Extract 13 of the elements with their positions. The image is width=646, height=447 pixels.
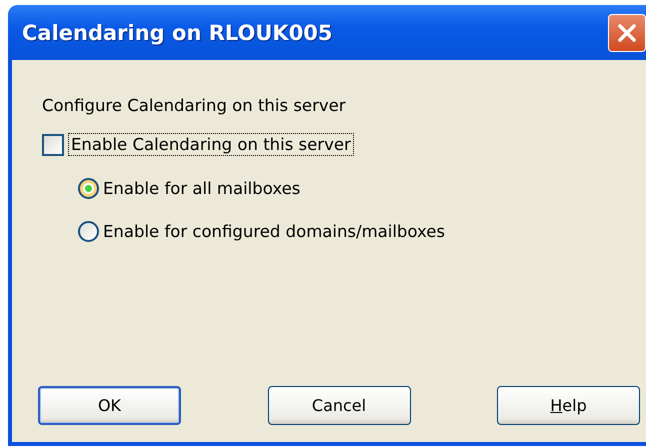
dialog-button[interactable]: Cancel [268, 386, 410, 425]
radio-button[interactable] [78, 221, 99, 242]
close-button[interactable] [608, 14, 646, 52]
section-heading: Configure Calendaring on this server [42, 96, 346, 115]
checkbox-label[interactable]: Enable Calendaring on this server [68, 133, 354, 156]
radio-label[interactable]: Enable for configured domains/mailboxes [103, 222, 445, 241]
close-icon [616, 22, 638, 44]
checkbox[interactable] [42, 134, 64, 156]
radio-label[interactable]: Enable for all mailboxes [103, 179, 300, 198]
dialog-button[interactable]: Help [497, 386, 640, 425]
dialog-button[interactable]: OK [38, 386, 181, 425]
radio-button[interactable] [78, 178, 99, 199]
window-title: Calendaring on RLOUK005 [22, 20, 333, 44]
